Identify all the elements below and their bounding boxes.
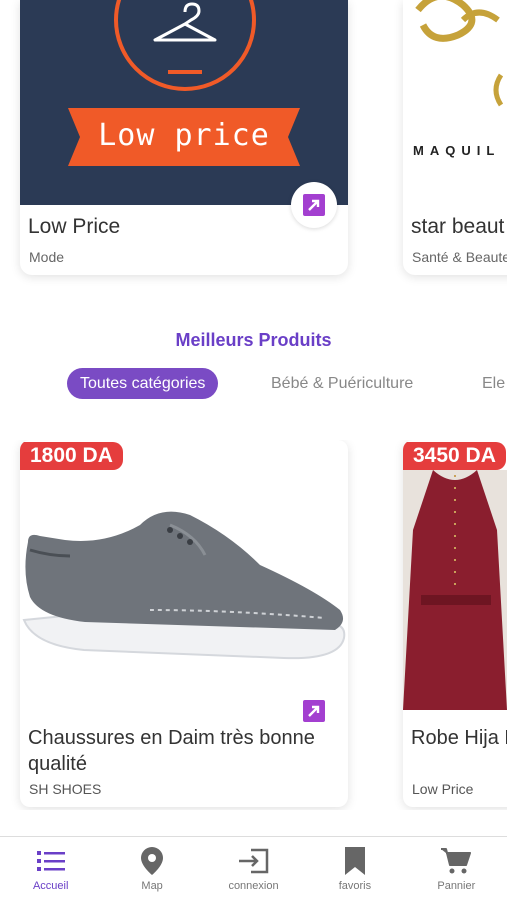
shop-card-star-beaut[interactable]: MAQUIL star beaut Santé & Beaute [403, 0, 507, 275]
price-badge: 3450 DA [403, 442, 506, 470]
shop-name: Low Price [28, 215, 121, 238]
nav-favoris[interactable]: favoris [304, 837, 405, 900]
shop-name: star beaut [411, 215, 505, 238]
nav-label: Accueil [32, 880, 69, 892]
nav-map[interactable]: Map [101, 837, 202, 900]
category-all[interactable]: Toutes catégories [67, 368, 219, 399]
shop-category: Mode [29, 249, 65, 265]
category-tabs[interactable]: Toutes catégories Bébé & Puériculture El… [0, 368, 507, 400]
nav-label: favoris [338, 880, 372, 892]
dress-illustration [403, 470, 507, 710]
shop-category: Santé & Beaute [412, 249, 507, 265]
shop-card-low-price[interactable]: Low price Low Price Mode [20, 0, 348, 275]
product-name: Chaussures en Daim très bonne qualité [28, 727, 315, 775]
section-title: Meilleurs Produits [175, 330, 332, 350]
external-link-icon [303, 700, 325, 722]
bookmark-icon [340, 846, 370, 876]
low-price-logo [68, 0, 300, 166]
product-card-shoes[interactable]: 1800 DA Chaussures en Daim très bonne qu [20, 440, 348, 807]
products-carousel[interactable]: 1800 DA Chaussures en Daim très bonne qu [0, 440, 507, 810]
shop-banner: MAQUIL [403, 0, 507, 205]
open-product-button[interactable] [299, 696, 329, 726]
shops-carousel[interactable]: Low price Low Price Mode MAQUIL star bea… [0, 0, 507, 300]
nav-label: Pannier [437, 880, 476, 892]
product-card-robe[interactable]: 3450 DA Robe Hija Femme Low Price [403, 440, 507, 807]
open-shop-button[interactable] [291, 182, 337, 228]
bottom-navigation: Accueil Map connexion favoris Pannier [0, 836, 507, 900]
login-icon [238, 846, 269, 876]
product-image [403, 470, 507, 710]
category-electronics[interactable]: Ele [482, 368, 505, 399]
nav-connexion[interactable]: connexion [203, 837, 304, 900]
banner-text: Low price [98, 118, 270, 153]
gold-logo [415, 0, 504, 107]
product-name: Robe Hija Femme [411, 727, 507, 749]
map-pin-icon [137, 846, 167, 876]
product-image [20, 470, 348, 710]
nav-label: connexion [228, 880, 279, 892]
banner-text: MAQUIL [413, 143, 501, 158]
shoe-illustration [22, 511, 346, 660]
category-bebe[interactable]: Bébé & Puériculture [271, 368, 413, 399]
product-shop: Low Price [412, 781, 474, 797]
list-icon [36, 846, 66, 876]
external-link-icon [303, 194, 325, 216]
product-shop: SH SHOES [29, 781, 102, 797]
price-badge: 1800 DA [20, 442, 123, 470]
nav-pannier[interactable]: Pannier [406, 837, 507, 900]
nav-accueil[interactable]: Accueil [0, 837, 101, 900]
nav-label: Map [141, 880, 163, 892]
cart-icon [441, 846, 472, 876]
shop-banner: Low price [20, 0, 348, 205]
